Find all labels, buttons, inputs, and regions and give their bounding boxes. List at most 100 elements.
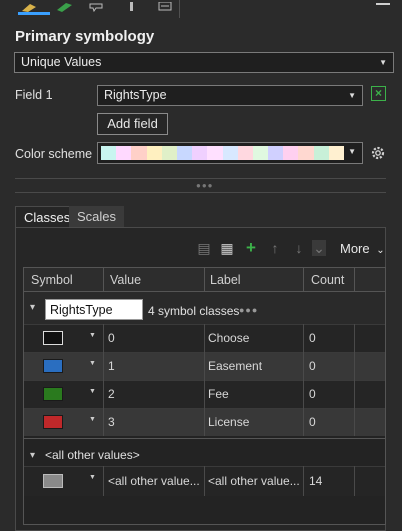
color-swatch [116, 146, 132, 160]
label-cell[interactable]: Choose [208, 324, 249, 352]
column-divider [204, 268, 205, 292]
row-divider [24, 438, 385, 439]
other-value-cell[interactable]: <all other value... [108, 467, 200, 495]
value-cell[interactable]: 2 [108, 380, 115, 408]
column-divider [303, 324, 304, 352]
column-divider [303, 408, 304, 436]
more-menu[interactable]: More ⌄ [340, 241, 385, 256]
color-swatch [252, 146, 269, 160]
symbol-swatch[interactable] [43, 415, 63, 429]
column-divider [103, 352, 104, 380]
count-cell: 0 [309, 359, 316, 373]
more-label: More [340, 241, 370, 256]
gear-icon[interactable] [369, 144, 387, 162]
column-divider [103, 466, 104, 496]
tab-scales[interactable]: Scales [69, 206, 125, 227]
color-swatch [237, 146, 253, 160]
color-ramp-preview [101, 146, 344, 160]
column-divider [204, 352, 205, 380]
ribbon-divider [179, 0, 180, 18]
chevron-down-icon: ▼ [348, 147, 356, 156]
group-name-field[interactable]: RightsType [45, 299, 143, 320]
chevron-down-icon[interactable]: ▼ [89, 360, 96, 367]
group-options-icon[interactable]: ●●● [239, 305, 258, 315]
pencil-icon[interactable] [56, 0, 78, 12]
field1-dropdown[interactable]: RightsType ▼ [97, 85, 363, 106]
label-cell[interactable]: Fee [208, 380, 229, 408]
count-cell: 0 [309, 415, 316, 429]
column-divider [103, 408, 104, 436]
column-header-value[interactable]: Value [110, 268, 141, 292]
chevron-down-icon: ⌄ [376, 245, 385, 256]
color-swatch [176, 146, 193, 160]
column-divider [103, 380, 104, 408]
label-cell[interactable]: License [208, 408, 249, 436]
other-label-cell[interactable]: <all other value... [208, 467, 300, 495]
symbology-method-value: Unique Values [21, 55, 102, 69]
column-divider [354, 466, 355, 496]
table-view-icon[interactable]: ▤ [196, 240, 212, 256]
paintbrush-icon[interactable] [20, 0, 42, 12]
color-swatch [268, 146, 284, 160]
label-cell[interactable]: Easement [208, 352, 262, 380]
section-divider [15, 178, 386, 179]
column-divider [354, 268, 355, 292]
color-swatch [313, 146, 329, 160]
column-divider [354, 408, 355, 436]
chevron-down-icon[interactable]: ▼ [89, 388, 96, 395]
add-field-button[interactable]: Add field [97, 113, 168, 135]
sort-icon[interactable]: ⌄ [312, 240, 326, 256]
color-swatch [146, 146, 162, 160]
column-divider [303, 352, 304, 380]
shapes-icon[interactable] [88, 0, 110, 13]
chevron-down-icon: ▼ [348, 91, 356, 100]
symbol-swatch[interactable] [43, 359, 63, 373]
field1-label: Field 1 [15, 88, 53, 102]
list-icon[interactable] [156, 0, 178, 11]
collapse-chevron-icon[interactable]: ▾ [30, 302, 35, 313]
value-cell[interactable]: 1 [108, 352, 115, 380]
column-divider [354, 352, 355, 380]
remove-field-icon[interactable]: × [371, 86, 386, 101]
move-down-icon[interactable]: ↓ [292, 240, 306, 256]
color-swatch [207, 146, 223, 160]
brush-icon[interactable] [122, 0, 144, 11]
symbology-method-dropdown[interactable]: Unique Values ▼ [14, 52, 394, 73]
symbol-swatch[interactable] [43, 474, 63, 488]
column-header-count[interactable]: Count [311, 268, 344, 292]
chevron-down-icon[interactable]: ▼ [89, 332, 96, 339]
color-swatch [283, 146, 299, 160]
color-scheme-dropdown[interactable]: ▼ [97, 142, 363, 164]
add-values-icon[interactable]: ▦ [219, 240, 235, 256]
collapse-chevron-icon[interactable]: ▾ [30, 450, 35, 461]
color-swatch [161, 146, 177, 160]
column-divider [103, 268, 104, 292]
color-swatch [101, 146, 117, 160]
section-title: Primary symbology [15, 28, 155, 45]
move-up-icon[interactable]: ↑ [268, 240, 282, 256]
column-divider [204, 408, 205, 436]
chevron-down-icon[interactable]: ▼ [89, 416, 96, 423]
column-header-symbol[interactable]: Symbol [31, 268, 73, 292]
column-header-label[interactable]: Label [210, 268, 241, 292]
color-swatch [131, 146, 147, 160]
chevron-down-icon[interactable]: ▼ [89, 474, 96, 481]
value-cell[interactable]: 0 [108, 324, 115, 352]
symbol-swatch[interactable] [43, 331, 63, 345]
field1-value: RightsType [104, 88, 167, 102]
other-count-cell: 14 [309, 474, 323, 488]
add-icon[interactable]: + [243, 239, 259, 256]
section-divider [15, 192, 386, 193]
value-cell[interactable]: 3 [108, 408, 115, 436]
column-divider [204, 466, 205, 496]
column-divider [303, 268, 304, 292]
color-swatch [222, 146, 238, 160]
minimize-icon[interactable] [376, 3, 390, 5]
symbol-swatch[interactable] [43, 387, 63, 401]
count-cell: 0 [309, 331, 316, 345]
column-divider [354, 324, 355, 352]
color-swatch [328, 146, 344, 160]
color-scheme-label: Color scheme [15, 147, 93, 161]
column-divider [204, 380, 205, 408]
splitter-grip[interactable]: ●●● [196, 182, 214, 190]
